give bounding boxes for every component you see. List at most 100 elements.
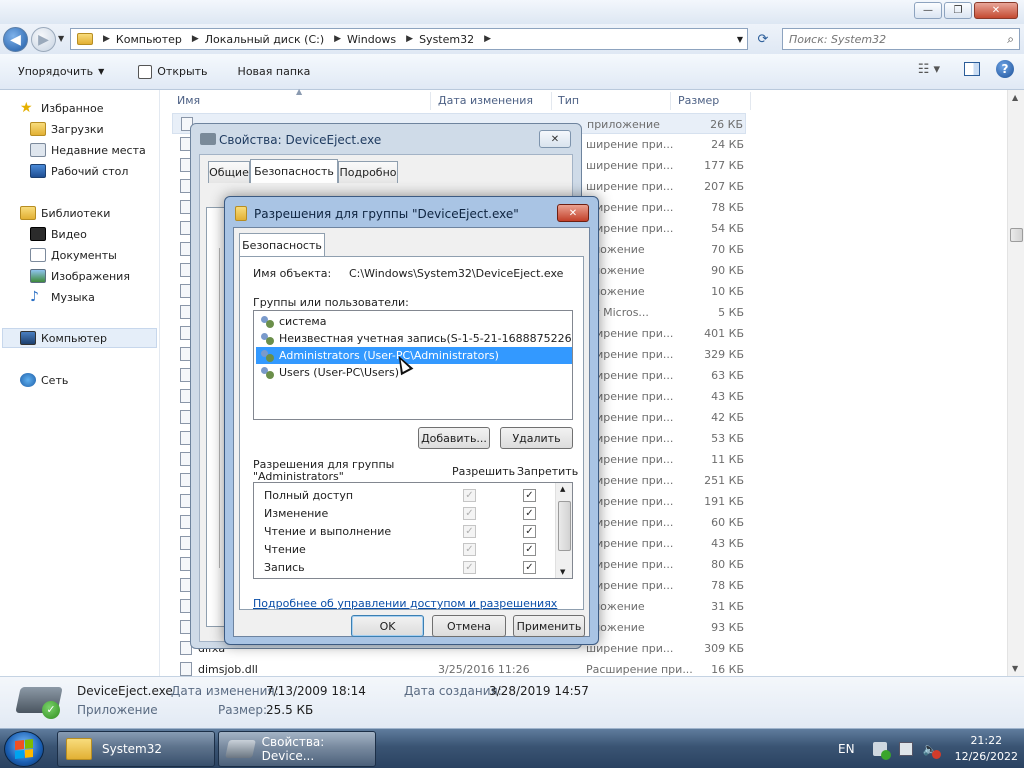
deny-checkbox[interactable]: ✓: [523, 507, 536, 520]
allow-checkbox[interactable]: ✓: [463, 543, 476, 556]
documents-icon: [30, 248, 46, 262]
view-options-icon[interactable]: ☷ ▾: [918, 62, 940, 77]
deny-checkbox[interactable]: ✓: [523, 525, 536, 538]
taskbar-button-explorer[interactable]: System32: [57, 731, 215, 767]
column-header-type[interactable]: Тип: [558, 94, 579, 107]
deny-checkbox[interactable]: ✓: [523, 561, 536, 574]
close-button[interactable]: ✕: [974, 2, 1018, 19]
add-button[interactable]: Добавить...: [418, 427, 490, 449]
minimize-button[interactable]: —: [914, 2, 942, 19]
nav-downloads[interactable]: Загрузки: [30, 119, 104, 139]
chevron-right-icon[interactable]: ▶: [334, 34, 341, 44]
search-icon[interactable]: ⌕: [1007, 32, 1014, 47]
nav-libraries[interactable]: Библиотеки: [20, 203, 110, 223]
scrollbar-thumb[interactable]: [558, 501, 571, 551]
organize-button[interactable]: Упорядочить ▼: [6, 60, 116, 84]
chevron-right-icon[interactable]: ▶: [103, 34, 110, 44]
column-header-size[interactable]: Размер: [678, 94, 719, 107]
clock[interactable]: 21:22 12/26/2022: [955, 733, 1018, 765]
maximize-button[interactable]: ❐: [944, 2, 972, 19]
group-list-item[interactable]: Users (User-PC\Users): [256, 364, 572, 381]
file-size: 10 КБ: [711, 285, 744, 298]
scroll-down-icon[interactable]: ▼: [1012, 664, 1018, 673]
address-bar[interactable]: ▶ Компьютер ▶ Локальный диск (C:) ▶ Wind…: [70, 28, 748, 50]
taskbar-button-properties[interactable]: Свойства: Device...: [218, 731, 376, 767]
tab-details[interactable]: Подробно: [338, 161, 398, 183]
permissions-listbox[interactable]: Полный доступ ✓ ✓ Изменение ✓ ✓ Чтение и выпол…: [253, 482, 573, 579]
column-separator[interactable]: [430, 92, 431, 110]
nav-images[interactable]: Изображения: [30, 266, 130, 286]
permissions-scrollbar[interactable]: ▲ ▼: [555, 483, 572, 578]
forward-button[interactable]: ▶: [31, 27, 56, 52]
allow-checkbox[interactable]: ✓: [463, 507, 476, 520]
file-size: 53 КБ: [711, 432, 744, 445]
cancel-button[interactable]: Отмена: [432, 615, 506, 637]
column-separator[interactable]: [551, 92, 552, 110]
properties-close-button[interactable]: ✕: [539, 130, 571, 148]
remove-button[interactable]: Удалить: [500, 427, 573, 449]
scrollbar-thumb[interactable]: [1010, 228, 1023, 242]
volume-muted-icon[interactable]: 🔈: [923, 742, 941, 759]
nav-desktop[interactable]: Рабочий стол: [30, 161, 128, 181]
permissions-close-button[interactable]: ✕: [557, 204, 589, 222]
column-separator[interactable]: [670, 92, 671, 110]
search-input[interactable]: [789, 32, 989, 46]
preview-pane-icon[interactable]: [964, 62, 980, 76]
breadcrumb-windows[interactable]: Windows: [347, 33, 396, 46]
groups-listbox[interactable]: система Неизвестная учетная запись(S-1-5-…: [253, 310, 573, 420]
language-indicator[interactable]: EN: [838, 742, 855, 756]
search-box[interactable]: ⌕: [782, 28, 1020, 50]
back-button[interactable]: ◀: [3, 27, 28, 52]
address-dropdown-icon[interactable]: ▼: [737, 35, 743, 44]
group-name: Administrators (User-PC\Administrators): [279, 349, 499, 362]
deny-checkbox[interactable]: ✓: [523, 489, 536, 502]
allow-checkbox[interactable]: ✓: [463, 489, 476, 502]
tab-security[interactable]: Безопасность: [239, 233, 325, 257]
deny-checkbox[interactable]: ✓: [523, 543, 536, 556]
chevron-right-icon[interactable]: ▶: [192, 34, 199, 44]
breadcrumb-local-disk[interactable]: Локальный диск (C:): [205, 33, 324, 46]
scroll-down-icon[interactable]: ▼: [560, 568, 565, 576]
tab-security[interactable]: Безопасность: [250, 159, 338, 183]
apply-button[interactable]: Применить: [513, 615, 585, 637]
breadcrumb-computer[interactable]: Компьютер: [116, 33, 182, 46]
allow-checkbox[interactable]: ✓: [463, 525, 476, 538]
chevron-right-icon[interactable]: ▶: [484, 34, 491, 44]
group-list-item[interactable]: Неизвестная учетная запись(S-1-5-21-1688…: [256, 330, 572, 347]
action-center-icon[interactable]: [872, 742, 891, 760]
nav-recent[interactable]: Недавние места: [30, 140, 146, 160]
nav-video[interactable]: Видео: [30, 224, 87, 244]
access-control-help-link[interactable]: Подробнее об управлении доступом и разре…: [253, 597, 557, 610]
refresh-icon[interactable]: ⟳: [752, 28, 774, 50]
network-tray-icon[interactable]: [898, 742, 913, 756]
new-folder-button[interactable]: Новая папка: [226, 60, 323, 84]
chevron-right-icon[interactable]: ▶: [406, 34, 413, 44]
ok-button[interactable]: OK: [351, 615, 424, 637]
nav-music[interactable]: ♪ Музыка: [30, 287, 95, 307]
start-button[interactable]: [4, 731, 44, 767]
nav-favorites[interactable]: ★ Избранное: [20, 98, 103, 118]
allow-checkbox[interactable]: ✓: [463, 561, 476, 574]
nav-documents[interactable]: Документы: [30, 245, 117, 265]
tab-general[interactable]: Общие: [208, 161, 250, 183]
group-list-item[interactable]: Administrators (User-PC\Administrators): [256, 347, 572, 364]
nav-network[interactable]: Сеть: [20, 370, 68, 390]
details-modified-value: 7/13/2009 18:14: [266, 684, 366, 698]
file-size: 191 КБ: [704, 495, 744, 508]
nav-computer[interactable]: Компьютер: [2, 328, 157, 348]
column-separator[interactable]: [750, 92, 751, 110]
libraries-icon: [20, 206, 36, 220]
group-list-item[interactable]: система: [256, 313, 572, 330]
open-button[interactable]: Открыть: [126, 60, 219, 84]
scroll-up-icon[interactable]: ▲: [1012, 93, 1018, 102]
chevron-down-icon: ▼: [98, 67, 105, 76]
column-header-date[interactable]: Дата изменения: [438, 94, 533, 107]
app-icon: [200, 133, 216, 145]
file-size: 5 КБ: [718, 306, 744, 319]
breadcrumb-system32[interactable]: System32: [419, 33, 474, 46]
scroll-up-icon[interactable]: ▲: [560, 485, 565, 493]
column-header-name[interactable]: Имя: [177, 94, 200, 107]
help-icon[interactable]: ?: [996, 60, 1014, 78]
file-list-scrollbar[interactable]: ▲ ▼: [1007, 90, 1024, 676]
history-dropdown-icon[interactable]: ▼: [58, 34, 64, 43]
